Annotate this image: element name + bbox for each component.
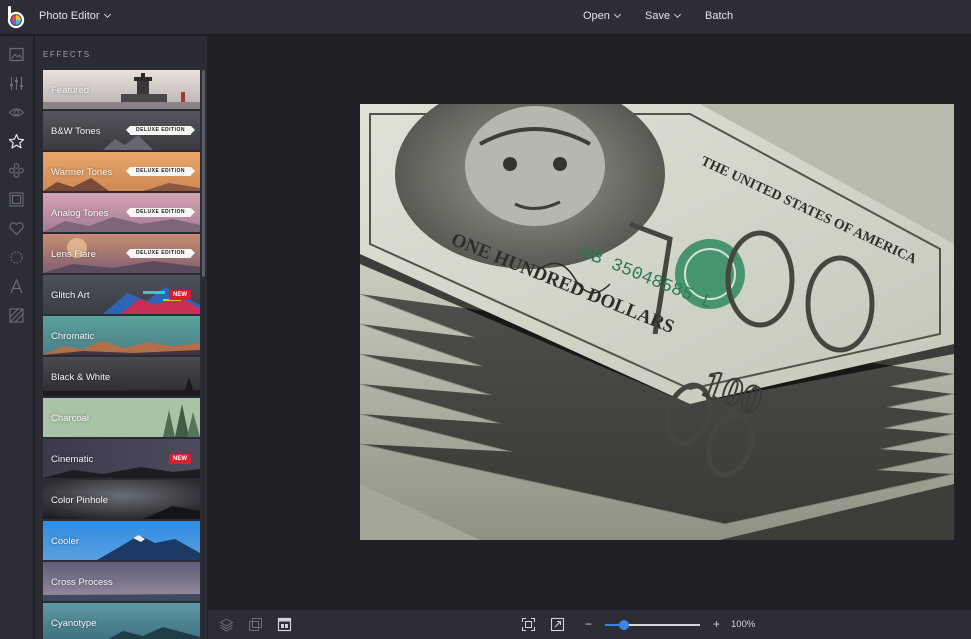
effect-label: Chromatic — [51, 331, 95, 342]
effect-glitch-art[interactable]: Glitch Art NEW — [43, 275, 200, 314]
effect-label: Cross Process — [51, 577, 113, 588]
effect-analog-tones[interactable]: Analog Tones DELUXE EDITION — [43, 193, 200, 232]
pattern-icon[interactable] — [8, 307, 25, 324]
logo-icon[interactable] — [6, 5, 26, 29]
effect-label: Glitch Art — [51, 290, 90, 301]
effect-label: Analog Tones — [51, 208, 109, 219]
effect-label: Cinematic — [51, 454, 94, 465]
effect-cyanotype[interactable]: Cyanotype — [43, 603, 200, 639]
effect-color-pinhole[interactable]: Color Pinhole — [43, 480, 200, 519]
effect-label: B&W Tones — [51, 126, 101, 137]
photo-canvas[interactable]: HB 35048585 L ONE HUNDRED DOLLARS THE UN… — [360, 104, 954, 540]
layers-icon[interactable] — [219, 617, 234, 632]
effect-label: Cyanotype — [51, 618, 97, 629]
effects-scrollbar[interactable] — [202, 70, 205, 277]
deluxe-edition-badge: DELUXE EDITION — [126, 249, 195, 258]
effect-warmer-tones[interactable]: Warmer Tones DELUXE EDITION — [43, 152, 200, 191]
top-bar: Photo Editor Open Save Batch — [0, 0, 971, 35]
zoom-slider-handle[interactable] — [619, 620, 629, 630]
texture-icon[interactable] — [8, 249, 25, 266]
deluxe-edition-badge: DELUXE EDITION — [126, 167, 195, 176]
eye-icon[interactable] — [8, 104, 25, 121]
effect-cinematic[interactable]: Cinematic NEW — [43, 439, 200, 478]
open-menu[interactable]: Open — [583, 10, 621, 22]
photo-editor-app: Photo Editor Open Save Batch EFFECTS Fea… — [0, 0, 971, 639]
effect-cooler[interactable]: Cooler — [43, 521, 200, 560]
deluxe-edition-badge: DELUXE EDITION — [126, 208, 195, 217]
effects-panel: EFFECTS Featured B&W Tones DELUXE EDITIO… — [35, 36, 207, 639]
compare-icon[interactable] — [248, 617, 263, 632]
banknote-photo: HB 35048585 L ONE HUNDRED DOLLARS THE UN… — [360, 104, 954, 540]
app-title-dropdown[interactable]: Photo Editor — [39, 10, 111, 22]
effect-featured[interactable]: Featured — [43, 70, 200, 109]
sliders-icon[interactable] — [8, 75, 25, 92]
effect-label: Charcoal — [51, 413, 90, 424]
zoom-out-button[interactable]: − — [585, 617, 592, 631]
effect-chromatic[interactable]: Chromatic — [43, 316, 200, 355]
expand-icon[interactable] — [550, 617, 565, 632]
batch-menu-label: Batch — [705, 10, 734, 22]
star-icon[interactable] — [8, 133, 25, 150]
effect-label: Warmer Tones — [51, 167, 113, 178]
tool-rail — [0, 36, 34, 639]
effect-lens-flare[interactable]: Lens Flare DELUXE EDITION — [43, 234, 200, 273]
effect-black-and-white[interactable]: Black & White — [43, 357, 200, 396]
zoom-in-button[interactable]: + — [713, 617, 720, 631]
effect-label: Black & White — [51, 372, 111, 383]
bottom-toolbar: − + 100% — [208, 609, 971, 639]
chevron-down-icon — [103, 10, 111, 19]
effect-label: Cooler — [51, 536, 79, 547]
new-badge: NEW — [169, 290, 191, 300]
effects-section-title: EFFECTS — [43, 50, 91, 59]
effect-cross-process[interactable]: Cross Process — [43, 562, 200, 601]
effect-bw-tones[interactable]: B&W Tones DELUXE EDITION — [43, 111, 200, 150]
zoom-level: 100% — [731, 619, 756, 630]
fit-screen-icon[interactable] — [521, 617, 536, 632]
chevron-down-icon — [674, 10, 682, 19]
save-menu[interactable]: Save — [645, 10, 682, 22]
image-icon[interactable] — [8, 46, 25, 63]
frame-icon[interactable] — [8, 191, 25, 208]
save-menu-label: Save — [645, 10, 671, 22]
deluxe-edition-badge: DELUXE EDITION — [126, 126, 195, 135]
effect-label: Featured — [51, 85, 90, 96]
chevron-down-icon — [613, 10, 621, 19]
touchup-icon[interactable] — [8, 162, 25, 179]
batch-menu[interactable]: Batch — [705, 10, 733, 22]
text-icon[interactable] — [8, 278, 25, 295]
preview-icon[interactable] — [277, 617, 292, 632]
app-title: Photo Editor — [39, 10, 100, 22]
effect-label: Lens Flare — [51, 249, 96, 260]
new-badge: NEW — [169, 454, 191, 464]
open-menu-label: Open — [583, 10, 610, 22]
heart-icon[interactable] — [8, 220, 25, 237]
effect-label: Color Pinhole — [51, 495, 109, 506]
effect-charcoal[interactable]: Charcoal — [43, 398, 200, 437]
